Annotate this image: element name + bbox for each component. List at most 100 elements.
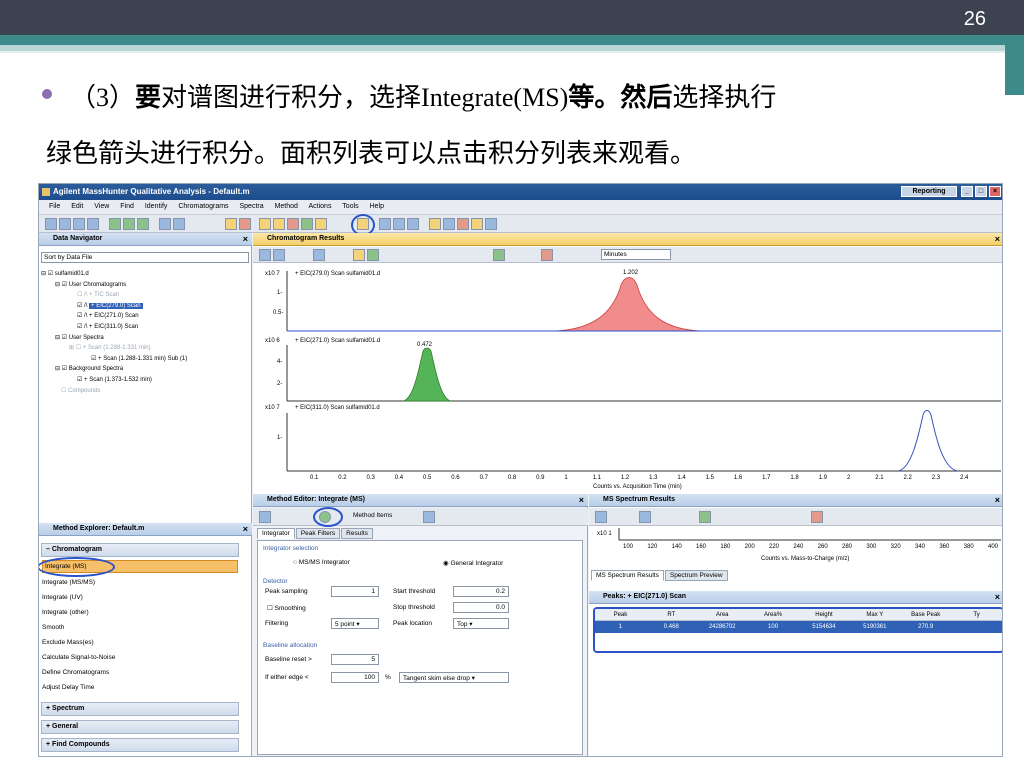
item-define-chromatograms[interactable]: Define Chromatograms xyxy=(42,669,109,676)
header-area-pct[interactable]: Area% xyxy=(748,612,799,618)
mountain-icon[interactable] xyxy=(301,218,313,230)
header-max-y[interactable]: Max Y xyxy=(849,612,900,618)
extract-icon[interactable] xyxy=(239,218,251,230)
item-integrate-other[interactable]: Integrate (other) xyxy=(42,609,89,616)
header-type[interactable]: Ty xyxy=(951,612,1002,618)
header-base-peak[interactable]: Base Peak xyxy=(900,612,951,618)
section-chromatogram[interactable]: – Chromatogram xyxy=(41,543,239,557)
percent-icon[interactable] xyxy=(811,511,823,523)
method-items-menu[interactable]: Method Items xyxy=(353,512,392,519)
settings-icon[interactable] xyxy=(485,218,497,230)
square-icon[interactable] xyxy=(137,218,149,230)
section-general[interactable]: + General xyxy=(41,720,239,734)
integrate-icon[interactable] xyxy=(315,218,327,230)
report-icon[interactable] xyxy=(457,218,469,230)
check-icon[interactable] xyxy=(109,218,121,230)
filter-icon[interactable] xyxy=(407,218,419,230)
menu-view[interactable]: View xyxy=(94,203,109,210)
stop-threshold-input[interactable]: 0.0 xyxy=(453,602,509,613)
sort-dropdown[interactable]: Sort by Data File xyxy=(41,252,249,263)
table-row[interactable]: 1 0.468 24286702 100 5154634 5190361 270… xyxy=(595,621,1002,633)
tree-item[interactable]: ☑ /\ + EIC(271.0) Scan xyxy=(41,311,187,322)
item-exclude-masses[interactable]: Exclude Mass(es) xyxy=(42,639,94,646)
redo-icon[interactable] xyxy=(173,218,185,230)
item-adjust-delay[interactable]: Adjust Delay Time xyxy=(42,684,94,691)
tab-integrator[interactable]: Integrator xyxy=(257,528,295,539)
tree-item[interactable]: ☐ Compounds xyxy=(41,386,187,397)
maximize-icon[interactable]: □ xyxy=(975,186,987,197)
print-icon[interactable] xyxy=(73,218,85,230)
item-integrate-uv[interactable]: Integrate (UV) xyxy=(42,594,83,601)
bar-icon[interactable] xyxy=(287,218,299,230)
close-icon[interactable]: × xyxy=(995,592,1000,602)
formula-icon[interactable] xyxy=(443,218,455,230)
copy-icon[interactable] xyxy=(87,218,99,230)
tab-spectrum-preview[interactable]: Spectrum Preview xyxy=(664,570,728,581)
peak-location-dropdown[interactable]: Top ▾ xyxy=(453,618,509,629)
undo-icon[interactable] xyxy=(259,511,271,523)
chromatogram-icon[interactable] xyxy=(225,218,237,230)
menu-file[interactable]: File xyxy=(49,203,60,210)
search-icon[interactable] xyxy=(393,218,405,230)
filtering-dropdown[interactable]: 5 point ▾ xyxy=(331,618,379,629)
menu-tools[interactable]: Tools xyxy=(342,203,358,210)
menu-find[interactable]: Find xyxy=(120,203,134,210)
tree-item[interactable]: ☑ + Scan (1.288-1.331 min) Sub (1) xyxy=(41,354,187,365)
export-icon[interactable] xyxy=(471,218,483,230)
menu-chromatograms[interactable]: Chromatograms xyxy=(178,203,228,210)
menu-spectra[interactable]: Spectra xyxy=(240,203,264,210)
integrate-peaks-icon[interactable] xyxy=(353,249,365,261)
zoom-icon[interactable] xyxy=(595,511,607,523)
baseline-reset-input[interactable]: 5 xyxy=(331,654,379,665)
header-height[interactable]: Height xyxy=(799,612,850,618)
open-icon[interactable] xyxy=(45,218,57,230)
tab-peak-filters[interactable]: Peak Filters xyxy=(295,528,341,539)
grid-icon[interactable] xyxy=(123,218,135,230)
library-icon[interactable] xyxy=(379,218,391,230)
layout-dropdown[interactable]: Reporting xyxy=(901,186,957,197)
tree-item[interactable]: ⊟ ☑ Background Spectra xyxy=(41,364,187,375)
overlay-icon[interactable] xyxy=(493,249,505,261)
tree-item[interactable]: ⊟ ☑ sulfamid01.d xyxy=(41,269,187,280)
units-dropdown[interactable]: Minutes xyxy=(601,249,671,260)
header-area[interactable]: Area xyxy=(697,612,748,618)
radio-msms[interactable]: ○ MS/MS Integrator xyxy=(293,559,350,566)
close-icon[interactable]: × xyxy=(989,186,1001,197)
menu-edit[interactable]: Edit xyxy=(71,203,83,210)
area-icon[interactable] xyxy=(367,249,379,261)
peak-icon[interactable] xyxy=(273,218,285,230)
menu-method[interactable]: Method xyxy=(275,203,298,210)
peak-sampling-input[interactable]: 1 xyxy=(331,586,379,597)
start-threshold-input[interactable]: 0.2 xyxy=(453,586,509,597)
percent-icon[interactable] xyxy=(541,249,553,261)
tangent-dropdown[interactable]: Tangent skim else drop ▾ xyxy=(399,672,509,683)
undo-icon[interactable] xyxy=(159,218,171,230)
pan-icon[interactable] xyxy=(273,249,285,261)
autoscale-icon[interactable] xyxy=(313,249,325,261)
spectrum-icon[interactable] xyxy=(259,218,271,230)
close-icon[interactable]: × xyxy=(995,234,1000,244)
save-icon[interactable] xyxy=(59,218,71,230)
compound-icon[interactable] xyxy=(429,218,441,230)
radio-general[interactable]: ◉ General Integrator xyxy=(443,559,503,567)
zoom-icon[interactable] xyxy=(259,249,271,261)
tree-item[interactable]: ⊟ ☑ User Spectra xyxy=(41,333,187,344)
tree-item[interactable]: ☑ /\ + EIC(279.0) Scan xyxy=(41,301,187,312)
menu-actions[interactable]: Actions xyxy=(309,203,332,210)
close-icon[interactable]: × xyxy=(995,495,1000,505)
overlay-icon[interactable] xyxy=(699,511,711,523)
close-icon[interactable]: × xyxy=(579,495,584,505)
header-rt[interactable]: RT xyxy=(646,612,697,618)
tree-item[interactable]: ⊟ ☑ User Chromatograms xyxy=(41,280,187,291)
tree-item[interactable]: ☑ + Scan (1.373-1.532 min) xyxy=(41,375,187,386)
header-peak[interactable]: Peak xyxy=(595,612,646,618)
tab-ms-spectrum-results[interactable]: MS Spectrum Results xyxy=(591,570,664,581)
save-icon[interactable] xyxy=(423,511,435,523)
menu-help[interactable]: Help xyxy=(370,203,384,210)
if-either-edge-input[interactable]: 100 xyxy=(331,672,379,683)
autoscale-icon[interactable] xyxy=(639,511,651,523)
tree-item[interactable]: ☑ /\ + EIC(311.0) Scan xyxy=(41,322,187,333)
close-icon[interactable]: × xyxy=(243,234,248,244)
minimize-icon[interactable]: _ xyxy=(961,186,973,197)
tree-item[interactable]: ☐ /\ + TIC Scan xyxy=(41,290,187,301)
